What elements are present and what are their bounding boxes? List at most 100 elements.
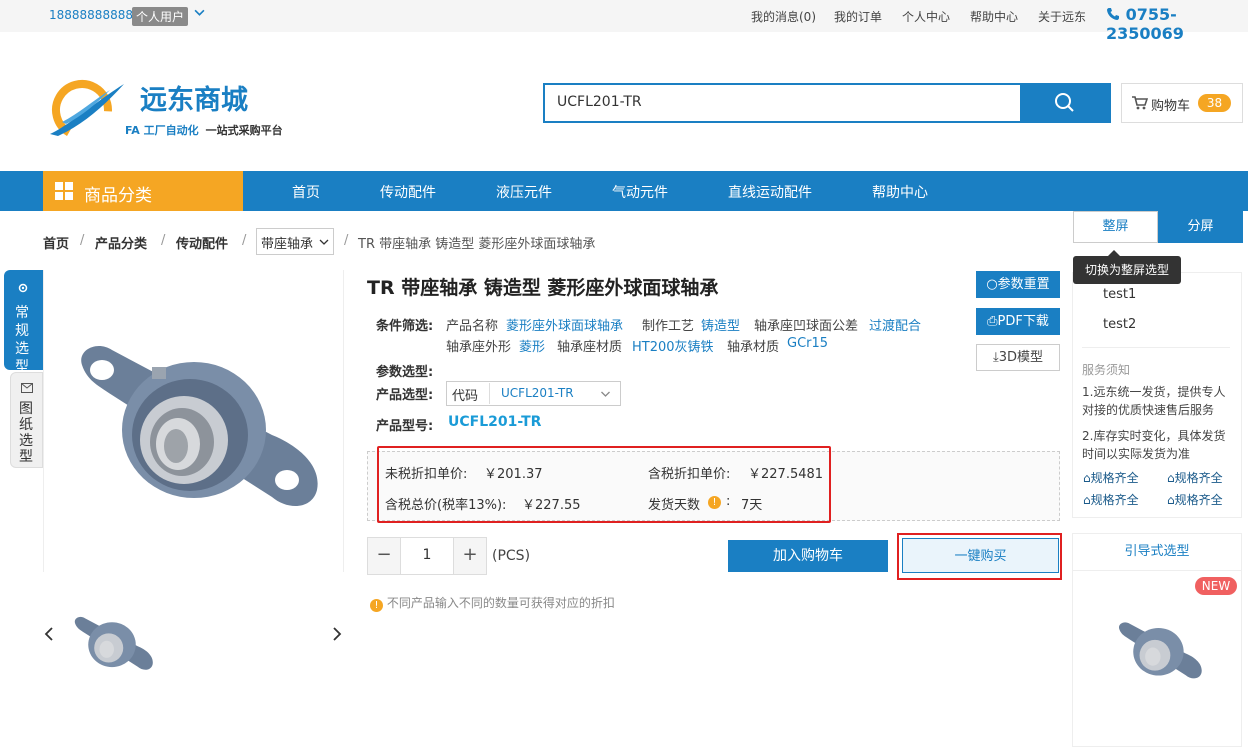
attr-name: 制作工艺 <box>642 319 695 334</box>
feature-tag: ⌂规格齐全 <box>1083 491 1139 508</box>
quantity-input[interactable]: 1 <box>401 547 453 563</box>
feature-label: 规格齐全 <box>1174 493 1223 507</box>
select-code-label: 代码 <box>452 389 479 404</box>
new-badge: NEW <box>1195 577 1237 595</box>
nav-linear-motion[interactable]: 直线运动配件 <box>728 182 812 202</box>
attr-value-link[interactable]: GCr15 <box>787 336 828 351</box>
logo-title: 远东商城 <box>140 85 248 116</box>
cart-icon <box>1132 96 1148 110</box>
top-link-about[interactable]: 关于远东 <box>1038 8 1086 25</box>
feature-label: 规格齐全 <box>1174 471 1223 485</box>
discount-note: ! 不同产品输入不同的数量可获得对应的折扣 <box>370 594 615 612</box>
3d-model-label: 3D模型 <box>998 350 1044 365</box>
price-highlight-box <box>377 446 831 523</box>
model-label: 产品型号: <box>376 419 434 434</box>
breadcrumb-separator: / <box>242 233 247 248</box>
breadcrumb-select-value: 带座轴承 <box>261 237 314 252</box>
attr-value-link[interactable]: 菱形 <box>519 336 545 355</box>
breadcrumb-separator: / <box>344 233 349 248</box>
logo-fa-text: FA 工厂自动化 <box>125 124 199 137</box>
home-icon: ⌂ <box>1083 493 1091 507</box>
nav-transmission[interactable]: 传动配件 <box>380 182 436 202</box>
tab-drawing-selection[interactable]: 图纸选型 <box>10 372 43 468</box>
grid-icon <box>55 182 73 200</box>
nav-home[interactable]: 首页 <box>292 182 320 202</box>
logo-mark-icon <box>50 80 124 140</box>
select-value: UCFL201-TR <box>501 386 574 400</box>
product-title: TR 带座轴承 铸造型 菱形座外球面球轴承 <box>367 277 719 299</box>
search-button[interactable] <box>1020 83 1111 123</box>
logo-subtitle: FA 工厂自动化 一站式采购平台 <box>125 122 283 138</box>
search-icon: ○ <box>986 277 998 292</box>
model-number: UCFL201-TR <box>448 414 542 430</box>
nav-hydraulic[interactable]: 液压元件 <box>496 182 552 202</box>
3d-model-button[interactable]: ⤓3D模型 <box>976 344 1060 371</box>
feature-tag: ⌂规格齐全 <box>1083 469 1139 486</box>
phone-icon <box>1107 8 1119 20</box>
thumbnail-next-button[interactable] <box>332 625 342 646</box>
reset-params-button[interactable]: ○参数重置 <box>976 271 1060 298</box>
add-to-cart-button[interactable]: 加入购物车 <box>728 540 888 572</box>
info-icon: ! <box>370 599 383 612</box>
quantity-decrease-button[interactable]: − <box>368 538 401 574</box>
user-phone[interactable]: 18888888888 <box>49 8 133 22</box>
tab-standard-selection[interactable]: 常规选型 <box>4 270 43 375</box>
select-divider <box>489 383 490 404</box>
param-label: 参数选型: <box>376 365 434 380</box>
top-link-help[interactable]: 帮助中心 <box>970 8 1018 25</box>
chevron-left-icon <box>44 627 53 641</box>
tab-whole-screen[interactable]: 整屏 <box>1073 211 1158 243</box>
feature-label: 规格齐全 <box>1090 471 1139 485</box>
breadcrumb-home[interactable]: 首页 <box>43 233 69 252</box>
right-list-item[interactable]: test2 <box>1103 317 1136 332</box>
breadcrumb-select[interactable]: 带座轴承 <box>256 228 334 255</box>
guided-product-image[interactable] <box>1112 615 1207 685</box>
tab-standard-label: 常规选型 <box>15 305 29 375</box>
cart-count-badge: 38 <box>1198 94 1231 112</box>
category-label: 商品分类 <box>84 186 152 206</box>
product-thumbnail[interactable] <box>70 610 156 676</box>
mail-icon <box>21 383 33 393</box>
breadcrumb-category[interactable]: 产品分类 <box>95 233 147 252</box>
filter-label: 条件筛选: <box>376 319 434 334</box>
nav-pneumatic[interactable]: 气动元件 <box>612 182 668 202</box>
chevron-down-icon <box>601 391 610 397</box>
top-link-messages[interactable]: 我的消息(0) <box>751 8 816 25</box>
attr-name: 轴承座凹球面公差 <box>754 319 859 334</box>
attr-value-link[interactable]: 铸造型 <box>701 315 740 334</box>
attr-name: 轴承座材质 <box>557 340 623 355</box>
select-label: 产品选型: <box>376 388 434 403</box>
breadcrumb-separator: / <box>80 233 85 248</box>
tab-drawing-label: 图纸选型 <box>19 401 33 465</box>
right-list-item[interactable]: test1 <box>1103 287 1136 302</box>
attr-value-link[interactable]: HT200灰铸铁 <box>632 336 714 355</box>
pdf-download-button[interactable]: ⎙PDF下载 <box>976 308 1060 335</box>
guided-selection-title[interactable]: 引导式选型 <box>1072 533 1242 571</box>
home-icon: ⌂ <box>1167 493 1175 507</box>
service-note-2: 2.库存实时变化，具体发货时间以实际发货为准 <box>1082 429 1226 461</box>
home-icon: ⌂ <box>1083 471 1091 485</box>
service-title: 服务须知 <box>1082 363 1131 377</box>
quantity-increase-button[interactable]: + <box>453 538 486 574</box>
top-link-orders[interactable]: 我的订单 <box>834 8 882 25</box>
search-input[interactable]: UCFL201-TR <box>543 83 1022 123</box>
attr-value-link[interactable]: 菱形座外球面球轴承 <box>506 315 623 334</box>
breadcrumb-current: TR 带座轴承 铸造型 菱形座外球面球轴承 <box>358 237 596 252</box>
pdf-download-label: PDF下载 <box>997 314 1049 329</box>
breadcrumb-transmission[interactable]: 传动配件 <box>176 233 228 252</box>
top-link-account[interactable]: 个人中心 <box>902 8 950 25</box>
nav-help[interactable]: 帮助中心 <box>872 182 928 202</box>
product-image[interactable] <box>72 325 322 525</box>
search-icon <box>1055 93 1074 112</box>
attr-name: 轴承座外形 <box>446 340 512 355</box>
attr-name: 产品名称 <box>446 319 499 334</box>
feature-tag: ⌂规格齐全 <box>1167 491 1223 508</box>
attr-value-link[interactable]: 过渡配合 <box>869 315 921 334</box>
breadcrumb-separator: / <box>161 233 166 248</box>
attr-name: 轴承材质 <box>727 340 780 355</box>
feature-tag: ⌂规格齐全 <box>1167 469 1223 486</box>
tab-split-screen[interactable]: 分屏 <box>1158 211 1243 243</box>
chevron-down-icon[interactable] <box>194 7 205 21</box>
thumbnail-prev-button[interactable] <box>44 625 54 646</box>
pdf-icon: ⎙ <box>987 314 998 329</box>
